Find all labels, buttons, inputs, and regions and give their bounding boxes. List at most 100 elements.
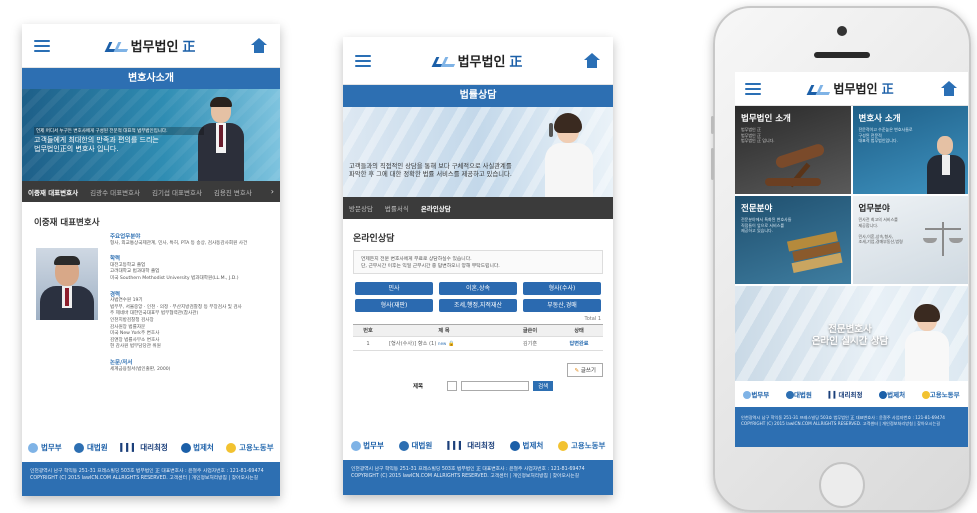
consult-tabs: 방문상담 법률서식 온라인상담: [343, 197, 613, 219]
court-icon: [74, 442, 85, 453]
home-button[interactable]: [819, 462, 865, 508]
cat-criminal-trial[interactable]: 형사(재판): [355, 299, 433, 312]
menu-icon[interactable]: [745, 82, 761, 95]
banner-headline: 고객들에게 최대한의 만족과 편의를 드리는 법무법인正의 변호사 입니다.: [34, 136, 159, 153]
partner-moj[interactable]: 법무부: [28, 442, 62, 453]
home-icon[interactable]: [940, 80, 958, 97]
partner-court[interactable]: 대법원: [74, 442, 108, 453]
banner-small-text: 언제 어디서 누구든 변호사에게 구성된 전문적 대표적 법무법인입니다.: [34, 127, 204, 135]
search-bar: 제목 검색: [343, 377, 613, 391]
search-input[interactable]: [461, 381, 530, 391]
home-icon[interactable]: [583, 52, 601, 69]
tab-forms[interactable]: 법률서식: [379, 203, 415, 213]
bar-icon: ▍▍: [828, 391, 839, 399]
cat-divorce[interactable]: 이혼,상속: [439, 282, 517, 295]
logo-mark-icon: [807, 85, 829, 93]
tab-lawyer-2[interactable]: 김광수 대표변호사: [84, 187, 146, 197]
footer: 인천광역시 남구 학익동 251-31 프레스빌딩 503호 법무법인 正 대표…: [735, 407, 968, 447]
edu-item: 미국 Southern Methodist University 법과대학원(L…: [110, 275, 239, 281]
banner: 고객들과의 직접적인 상담을 통해 보다 구체적으로 사실관계를 파악한 후 그…: [343, 107, 613, 197]
partner-bar[interactable]: ▍▍대리최정: [829, 389, 863, 399]
partner-moj[interactable]: 법무부: [350, 440, 384, 451]
career-item: 인천지방검찰청 검사장: [110, 317, 154, 323]
promo-banner[interactable]: 전문변호사 온라인 실시간 상담: [735, 286, 968, 381]
search-button[interactable]: 검색: [533, 381, 554, 391]
court-icon: [785, 391, 794, 399]
partner-court[interactable]: 대법원: [398, 440, 432, 451]
career-item: 주 제네바 대한민국대표부 법무협력관(참사관): [110, 311, 199, 317]
footer: 인천광역시 남구 학익동 251-31 프레스빌딩 503호 법무법인 正 대표…: [343, 460, 613, 495]
partner-court[interactable]: 대법원: [785, 389, 812, 399]
new-badge-icon: new: [438, 341, 447, 346]
tab-visit[interactable]: 방문상담: [343, 203, 379, 213]
cat-realestate[interactable]: 부동산,경매: [523, 299, 601, 312]
partner-moleg[interactable]: 법제처: [509, 440, 543, 451]
bar-icon: ▍▍▍: [120, 442, 138, 452]
lawyer-name: 이중재 대표변호사: [34, 218, 100, 228]
logo[interactable]: 법무법인 正: [432, 51, 523, 70]
home-icon[interactable]: [250, 37, 268, 54]
logo[interactable]: 법무법인 正: [105, 36, 196, 55]
partner-moj[interactable]: 법무부: [743, 389, 769, 399]
table-header: 번호 제 목 글쓴이 상태: [353, 324, 603, 337]
table-row[interactable]: 1 [형사(수사)] 향소 (1) new 🔒 김기훈 답변완료: [353, 337, 603, 351]
tab-lawyer-3[interactable]: 김기섭 대표변호사: [146, 187, 208, 197]
menu-icon[interactable]: [34, 39, 50, 52]
page-title: 법률상담: [343, 85, 613, 107]
screen-home: 법무법인 正 법무법인 소개 법무법인 正 법무법인 正 법무법인 正 입니다. …: [735, 72, 968, 447]
books-icon: [786, 231, 845, 284]
menu-icon[interactable]: [355, 54, 371, 67]
scales-icon: [922, 222, 963, 262]
notice-box: 언제든지 전문 변호사에게 무료로 상담하실수 있습니다. 단, 근무시간 이후…: [353, 250, 603, 274]
lawyer-photo: [926, 136, 965, 194]
lock-icon: 🔒: [447, 341, 455, 347]
paper-text: 세계금융질서(법인출판, 2000): [110, 366, 171, 372]
partner-moleg[interactable]: 법제처: [879, 389, 905, 399]
partner-moel[interactable]: 고용노동부: [558, 440, 605, 451]
partner-bar[interactable]: ▍▍▍ 대리최정: [447, 440, 495, 451]
moel-icon: [226, 442, 237, 453]
section-papers: 논문/저서: [110, 359, 133, 366]
section-education: 학력: [110, 256, 121, 263]
footer: 인천광역시 남구 학익동 251-31 프레스빌딩 503호 법무법인 正 대표…: [22, 462, 280, 496]
lawyer-portrait: [36, 248, 98, 320]
partner-moleg[interactable]: 법제처: [180, 442, 214, 453]
cat-civil[interactable]: 민사: [355, 282, 433, 295]
logo-mark-icon: [105, 42, 127, 50]
profile-body: 주요업무분야 형사, 외교통상국제관계, 민사, 특허, PTA 등 송상, 검…: [22, 234, 280, 434]
career-item: 미국 New York주 변호사: [110, 331, 160, 337]
partner-moel[interactable]: 고용노동부: [921, 389, 960, 399]
tile-specialty[interactable]: 전문분야 전문분야에서 특화된 변호사들 직접들이 앞으로 서비스를 제공하고 …: [735, 196, 851, 284]
tab-lawyer-4[interactable]: 김용진 변호사: [208, 187, 258, 197]
chevron-right-icon[interactable]: ›: [265, 187, 280, 196]
career-item: 현 감사원 법무담당관 위원: [110, 344, 161, 350]
partner-logos: 법무부 대법원 ▍▍▍ 대리최정 법제처 고용노동부: [22, 432, 280, 462]
tab-lawyer-1[interactable]: 이중재 대표변호사: [22, 187, 84, 197]
tile-lawyer-intro[interactable]: 변호사 소개 전문적이고 수준높은 변호사들로 구성된 전문적 대표적 법무법인…: [852, 106, 968, 194]
tile-practice-areas[interactable]: 업무분야 민사전 최고의 서비스를 제공합니다. 민사,이혼,상속,형사, 조세…: [852, 196, 968, 284]
write-button[interactable]: ✎ 글쓰기: [567, 363, 603, 377]
logo[interactable]: 법무법인 正: [807, 80, 893, 97]
partner-bar[interactable]: ▍▍▍ 대리최정: [120, 442, 168, 453]
partner-moel[interactable]: 고용노동부: [226, 442, 274, 453]
tile-grid: 법무법인 소개 법무법인 正 법무법인 正 법무법인 正 입니다. 변호사 소개…: [735, 106, 968, 284]
section-title: 온라인상담: [353, 234, 395, 244]
search-select[interactable]: [447, 381, 458, 391]
court-icon: [398, 440, 409, 451]
tile-firm-intro[interactable]: 법무법인 소개 법무법인 正 법무법인 正 법무법인 正 입니다.: [735, 106, 851, 194]
partner-logos: 법무부 대법원 ▍▍대리최정 법제처 고용노동부: [735, 381, 968, 407]
moleg-icon: [509, 440, 520, 451]
logo-mark-icon: [432, 57, 454, 65]
speaker: [814, 52, 870, 58]
cat-criminal-investigation[interactable]: 형사(수사): [523, 282, 601, 295]
banner-headline: 고객들과의 직접적인 상담을 통해 보다 구체적으로 사실관계를 파악한 후 그…: [349, 163, 512, 178]
moleg-icon: [180, 442, 191, 453]
career-item: 사법연수원 19기: [110, 298, 143, 304]
moleg-icon: [879, 391, 888, 399]
cat-tax[interactable]: 조세,행정,지적재산: [439, 299, 517, 312]
tab-online[interactable]: 온라인상담: [415, 203, 457, 213]
page-title: 변호사소개: [22, 68, 280, 89]
gavel-icon: [774, 142, 826, 170]
moel-icon: [558, 440, 569, 451]
pencil-icon: ✎: [574, 368, 580, 374]
